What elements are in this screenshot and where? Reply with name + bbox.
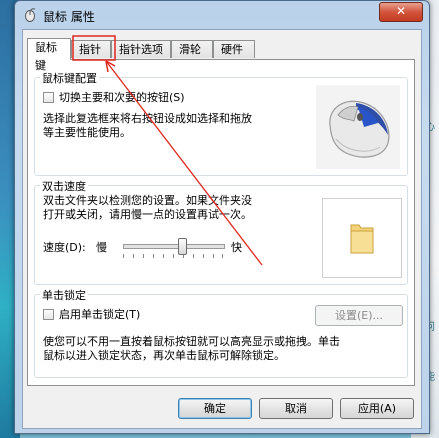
speed-label: 速度(D): <box>43 241 86 254</box>
tab-pointer-options[interactable]: 指针选项 <box>111 40 171 58</box>
description-text: 使您可以不用一直按着鼠标按钮就可以高亮显示或拖拽。单击 <box>43 335 340 348</box>
group-title: 单击锁定 <box>40 287 88 303</box>
folder-icon[interactable] <box>349 221 375 255</box>
click-lock-label[interactable]: 启用单击锁定(T) <box>59 308 140 321</box>
fast-label: 快 <box>231 241 242 254</box>
slider-tick <box>133 254 134 258</box>
slider-thumb[interactable] <box>178 238 187 255</box>
cancel-button[interactable]: 取消 <box>259 398 333 419</box>
close-icon: ✕ <box>395 4 407 18</box>
mouse-illustration <box>329 100 390 158</box>
switch-buttons-checkbox[interactable] <box>43 92 54 103</box>
description-text: 鼠标以进入锁定状态，再次单击鼠标可解除锁定。 <box>43 349 285 362</box>
tab-pointers[interactable]: 指针 <box>71 40 111 58</box>
mouse-image <box>316 85 400 169</box>
tab-hardware[interactable]: 硬件 <box>213 40 255 58</box>
tab-label: 指针选项 <box>119 43 163 56</box>
slider-tick <box>153 254 154 258</box>
slider-tick <box>163 254 164 258</box>
close-button[interactable]: ✕ <box>379 2 423 22</box>
mouse-icon <box>25 8 36 22</box>
slider-tick <box>123 254 124 258</box>
tab-wheel[interactable]: 滑轮 <box>171 40 213 58</box>
click-lock-checkbox[interactable] <box>43 309 54 320</box>
title-bar[interactable]: 鼠标 属性 ✕ <box>15 1 429 29</box>
test-folder-area[interactable] <box>322 198 402 278</box>
slider-track <box>123 244 225 249</box>
double-click-speed-slider[interactable] <box>123 236 225 260</box>
tab-label: 滑轮 <box>179 43 201 56</box>
click-lock-group: 单击锁定 启用单击锁定(T) 设置(E)... 使您可以不用一直按着鼠标按钮就可… <box>34 287 408 378</box>
description-text: 选择此复选框来将右按钮设成如选择和拖放 <box>43 112 252 125</box>
double-click-speed-group: 双击速度 双击文件夹以检测您的设置。如果文件夹没 打开或关闭，请用慢一点的设置再… <box>34 178 408 285</box>
mouse-properties-dialog: 鼠标 属性 ✕ 鼠标键 指针 指针选项 滑轮 硬件 鼠标键配置 切换主要和次要的… <box>14 0 430 434</box>
description-text: 打开或关闭，请用慢一点的设置再试一次。 <box>43 208 252 221</box>
tab-label: 硬件 <box>221 43 243 56</box>
slider-tick <box>193 254 194 258</box>
button-configuration-group: 鼠标键配置 切换主要和次要的按钮(S) 选择此复选框来将右按钮设成如选择和拖放 … <box>34 70 408 176</box>
group-title: 鼠标键配置 <box>40 70 99 86</box>
description-text: 双击文件夹以检测您的设置。如果文件夹没 <box>43 194 252 207</box>
dialog-client-area: 鼠标键 指针 指针选项 滑轮 硬件 鼠标键配置 切换主要和次要的按钮(S) 选择… <box>22 29 422 429</box>
click-lock-settings-button[interactable]: 设置(E)... <box>315 305 403 326</box>
slider-tick <box>143 254 144 258</box>
tab-label: 指针 <box>79 43 101 56</box>
slider-tick <box>222 254 223 258</box>
description-text: 等主要性能使用。 <box>43 126 131 139</box>
apply-button[interactable]: 应用(A) <box>340 398 414 419</box>
slider-tick <box>213 254 214 258</box>
ok-button[interactable]: 确定 <box>178 398 252 419</box>
slider-tick <box>173 254 174 258</box>
tab-buttons[interactable]: 鼠标键 <box>27 38 71 72</box>
slider-tick <box>203 254 204 258</box>
tab-panel-buttons: 鼠标键配置 切换主要和次要的按钮(S) 选择此复选框来将右按钮设成如选择和拖放 … <box>27 59 415 386</box>
switch-buttons-label[interactable]: 切换主要和次要的按钮(S) <box>59 91 185 104</box>
window-title: 鼠标 属性 <box>43 10 95 24</box>
slow-label: 慢 <box>96 241 107 254</box>
group-title: 双击速度 <box>40 178 88 194</box>
